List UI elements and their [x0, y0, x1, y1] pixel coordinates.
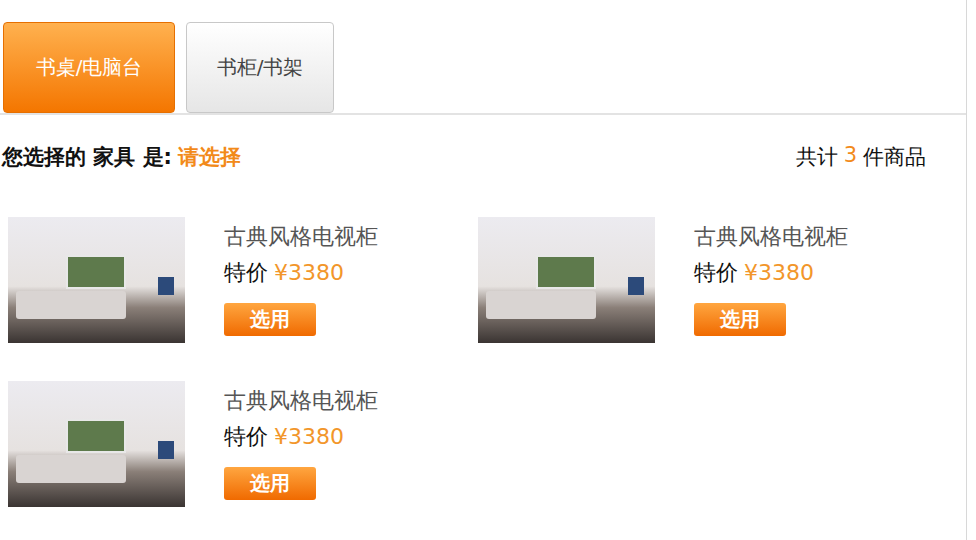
window-shape: [66, 255, 126, 289]
price-label: 特价: [224, 423, 268, 451]
window-shape: [536, 255, 596, 289]
product-count: 共计3件商品: [796, 143, 926, 171]
category-tab[interactable]: 书柜/书架: [186, 22, 334, 113]
select-button[interactable]: 选用: [224, 467, 316, 500]
count-number: 3: [844, 143, 857, 171]
product-photo[interactable]: [8, 217, 185, 343]
product-card: 古典风格电视柜特价¥3380 选用: [8, 217, 478, 343]
price-value: ¥3380: [744, 259, 814, 287]
selection-value: 请选择: [178, 143, 241, 171]
sofa-shape: [486, 291, 596, 319]
product-info: 古典风格电视柜特价¥3380 选用: [694, 217, 848, 343]
price-label: 特价: [694, 259, 738, 287]
product-info: 古典风格电视柜特价¥3380 选用: [224, 217, 378, 343]
category-tab[interactable]: 书桌/电脑台: [3, 22, 175, 113]
product-photo[interactable]: [478, 217, 655, 343]
product-card: 古典风格电视柜特价¥3380 选用: [478, 217, 948, 343]
window-shape: [66, 419, 126, 453]
selection-prefix: 您选择的 家具 是:: [2, 143, 172, 171]
selection-label: 您选择的 家具 是:请选择: [2, 143, 241, 171]
furniture-panel: 书桌/电脑台书柜/书架您选择的 家具 是:请选择共计3件商品古典风格电视柜特价¥…: [0, 0, 967, 540]
product-card: 古典风格电视柜特价¥3380 选用: [8, 381, 478, 507]
product-name[interactable]: 古典风格电视柜: [694, 223, 848, 251]
product-info: 古典风格电视柜特价¥3380 选用: [224, 381, 378, 507]
product-price: 特价¥3380: [694, 259, 848, 287]
selection-summary: 您选择的 家具 是:请选择 共计3件商品: [0, 115, 966, 171]
count-prefix: 共计: [796, 143, 838, 171]
sofa-shape: [16, 291, 126, 319]
price-value: ¥3380: [274, 423, 344, 451]
product-name[interactable]: 古典风格电视柜: [224, 223, 378, 251]
product-name[interactable]: 古典风格电视柜: [224, 387, 378, 415]
count-suffix: 件商品: [863, 143, 926, 171]
tv-shape: [628, 277, 644, 295]
select-button[interactable]: 选用: [224, 303, 316, 336]
product-price: 特价¥3380: [224, 259, 378, 287]
price-value: ¥3380: [274, 259, 344, 287]
price-label: 特价: [224, 259, 268, 287]
tv-shape: [158, 441, 174, 459]
select-button[interactable]: 选用: [694, 303, 786, 336]
product-price: 特价¥3380: [224, 423, 378, 451]
sofa-shape: [16, 455, 126, 483]
product-grid: 古典风格电视柜特价¥3380选用古典风格电视柜特价¥3380选用古典风格电视柜特…: [0, 171, 966, 507]
category-tabs: 书桌/电脑台书柜/书架: [0, 0, 966, 115]
tv-shape: [158, 277, 174, 295]
product-photo[interactable]: [8, 381, 185, 507]
